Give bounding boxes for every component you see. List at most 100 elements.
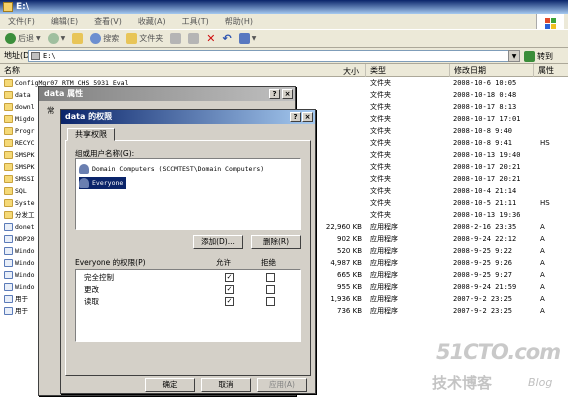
file-attributes: A [540, 283, 545, 291]
user-item-everyone[interactable]: Everyone [79, 177, 127, 189]
menu-tools[interactable]: 工具(T) [174, 16, 217, 27]
folders-button[interactable]: 文件夹 [124, 31, 165, 47]
remove-user-button[interactable]: 删除(R) [251, 235, 301, 249]
application-icon [4, 283, 13, 291]
help-button[interactable]: ? [290, 112, 301, 122]
back-label: 后退 [18, 34, 34, 43]
file-attributes: HS [540, 199, 550, 207]
window-titlebar: E:\ [0, 0, 568, 14]
file-date: 2008-10-5 21:11 [453, 199, 517, 207]
copy-to-button[interactable] [186, 31, 201, 47]
allow-checkbox[interactable]: ✓ [225, 273, 234, 282]
file-attributes: A [540, 295, 545, 303]
file-date: 2008-10-17 8:13 [453, 103, 517, 111]
user-name: Everyone [92, 179, 124, 187]
file-type: 文件夹 [370, 127, 391, 135]
views-icon [238, 33, 250, 44]
toolbar: 后退 ▼ ▼ 搜索 文件夹 ✕ ↶ ▼ [0, 29, 568, 48]
close-icon[interactable]: × [302, 112, 313, 122]
ok-button[interactable]: 确定 [145, 378, 195, 392]
address-input[interactable]: E:\ [28, 50, 520, 62]
file-type: 文件夹 [370, 211, 391, 219]
undo-button[interactable]: ↶ [220, 31, 233, 47]
permissions-dialog-titlebar: data 的权限 [61, 110, 315, 124]
menu-edit[interactable]: 编辑(E) [43, 16, 86, 27]
file-type: 应用程序 [370, 247, 398, 255]
go-button[interactable]: 转到 [524, 49, 564, 63]
file-date: 2008-10-8 9:40 [453, 127, 513, 135]
file-type: 文件夹 [370, 187, 391, 195]
delete-button[interactable]: ✕ [204, 31, 217, 47]
search-button[interactable]: 搜索 [88, 31, 121, 47]
file-date: 2008-10-4 21:14 [453, 187, 517, 195]
user-name: Domain Computers (SCCMTEST\Domain Comput… [92, 165, 265, 173]
deny-checkbox[interactable] [266, 297, 275, 306]
application-icon [4, 235, 13, 243]
file-date: 2008-2-16 23:35 [453, 223, 517, 231]
file-type: 文件夹 [370, 151, 391, 159]
column-header-type[interactable]: 类型 [366, 64, 450, 77]
application-icon [4, 259, 13, 267]
file-type: 文件夹 [370, 199, 391, 207]
views-button[interactable]: ▼ [237, 31, 259, 47]
menu-help[interactable]: 帮助(H) [217, 16, 261, 27]
file-date: 2008-10-6 10:05 [453, 79, 517, 87]
deny-header: 拒绝 [261, 258, 276, 267]
watermark-text: 技术博客 [432, 374, 493, 392]
application-icon [4, 271, 13, 279]
file-date: 2008-10-13 19:36 [453, 211, 521, 219]
user-list[interactable]: Domain Computers (SCCMTEST\Domain Comput… [75, 158, 301, 230]
column-header-size[interactable]: 大小 [343, 66, 359, 77]
file-type: 应用程序 [370, 283, 398, 291]
file-date: 2008-10-8 9:41 [453, 139, 513, 147]
properties-dialog-titlebar: data 属性 [39, 87, 295, 101]
file-type: 文件夹 [370, 115, 391, 123]
permission-row: 读取 ✓ [76, 296, 300, 308]
apply-button[interactable]: 应用(A) [257, 378, 307, 392]
help-button[interactable]: ? [269, 89, 280, 99]
address-value: E:\ [43, 52, 56, 60]
cancel-button[interactable]: 取消 [201, 378, 251, 392]
folder-icon [4, 91, 13, 99]
permissions-table: 完全控制 ✓ 更改 ✓ 读取 ✓ [75, 269, 301, 342]
permissions-dialog-title: data 的权限 [65, 112, 113, 121]
file-type: 应用程序 [370, 271, 398, 279]
address-dropdown-button[interactable]: ▼ [508, 50, 520, 62]
group-icon [79, 164, 89, 174]
column-header-name[interactable]: 名称 [0, 64, 366, 77]
move-to-button[interactable] [168, 31, 183, 47]
forward-button[interactable]: ▼ [46, 31, 68, 47]
folder-up-icon [72, 33, 84, 44]
properties-tab-partial[interactable]: 常 [47, 105, 55, 116]
application-icon [4, 247, 13, 255]
add-user-button[interactable]: 添加(D)... [193, 235, 243, 249]
folder-icon [3, 2, 13, 12]
column-header-attributes[interactable]: 属性 [534, 64, 568, 77]
delete-x-icon: ✕ [206, 32, 216, 45]
allow-checkbox[interactable]: ✓ [225, 285, 234, 294]
deny-checkbox[interactable] [266, 285, 275, 294]
menu-favorites[interactable]: 收藏(A) [130, 16, 174, 27]
application-icon [4, 223, 13, 231]
folders-icon [126, 33, 138, 44]
allow-checkbox[interactable]: ✓ [225, 297, 234, 306]
folder-icon [4, 175, 13, 183]
user-item-domain-computers[interactable]: Domain Computers (SCCMTEST\Domain Comput… [79, 163, 267, 175]
file-attributes: A [540, 307, 545, 315]
close-icon[interactable]: × [282, 89, 293, 99]
file-type: 文件夹 [370, 79, 391, 87]
tab-share-permissions[interactable]: 共享权限 [67, 128, 115, 141]
back-button[interactable]: 后退 ▼ [3, 31, 43, 47]
file-date: 2008-9-24 22:12 [453, 235, 517, 243]
deny-checkbox[interactable] [266, 273, 275, 282]
drive-icon [31, 52, 40, 60]
permission-row: 完全控制 ✓ [76, 272, 300, 284]
watermark-blog: Blog [528, 376, 553, 389]
chevron-down-icon: ▼ [60, 35, 66, 42]
permission-name: 读取 [84, 297, 99, 306]
menu-view[interactable]: 查看(V) [86, 16, 130, 27]
menu-file[interactable]: 文件(F) [0, 16, 43, 27]
column-header-modified[interactable]: 修改日期 [450, 64, 534, 77]
permission-row: 更改 ✓ [76, 284, 300, 296]
up-button[interactable] [70, 31, 85, 47]
